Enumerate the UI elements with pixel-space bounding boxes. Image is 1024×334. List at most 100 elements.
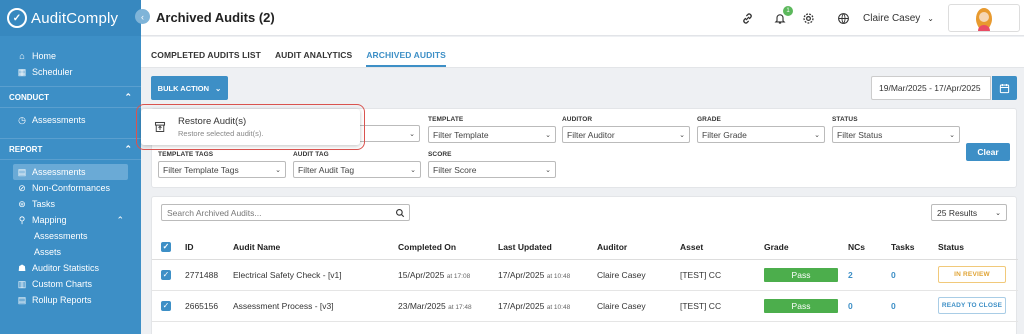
- cell-audit-name[interactable]: Electrical Safety Check - [v1]: [233, 259, 398, 291]
- search-input[interactable]: Search Archived Audits...: [161, 204, 410, 221]
- bulk-action-button[interactable]: BULK ACTION ⌄: [151, 76, 228, 100]
- brand-name: AuditComply: [31, 9, 119, 27]
- cell-auditor: Claire Casey: [597, 290, 680, 322]
- col-grade[interactable]: Grade: [764, 235, 848, 260]
- time-text: at 10:48: [546, 303, 571, 311]
- cell-asset: [TEST] CC: [680, 259, 764, 291]
- tab-bar: COMPLETED AUDITS LIST AUDIT ANALYTICS AR…: [141, 37, 1024, 68]
- topbar: Archived Audits (2) 1 Claire Casey ⌄: [141, 0, 1024, 36]
- date-picker-button[interactable]: [992, 76, 1017, 100]
- cell-completed-on: 15/Apr/2025 at 17:08: [398, 259, 498, 291]
- ncs-link[interactable]: 2: [848, 270, 853, 280]
- time-text: at 17:48: [448, 303, 472, 311]
- filter-label: GRADE: [697, 116, 721, 123]
- bulk-action-menu-item-restore[interactable]: Restore Audit(s) Restore selected audit(…: [141, 109, 360, 145]
- home-icon: ⌂: [19, 51, 25, 61]
- chevron-up-icon: ⌃: [124, 91, 132, 102]
- filter-template: TEMPLATE Filter Template ⌄: [428, 116, 556, 143]
- sidebar-item-label: Assessments: [34, 231, 88, 241]
- filter-grade-select[interactable]: Filter Grade ⌄: [697, 126, 825, 143]
- rollup-icon: ▤: [17, 294, 27, 305]
- filter-template-select[interactable]: Filter Template ⌄: [428, 126, 556, 143]
- filter-template-tags-select[interactable]: Filter Template Tags ⌄: [158, 161, 286, 178]
- row-checkbox[interactable]: ✓: [161, 269, 171, 280]
- sidebar-item-home[interactable]: ⌂ Home: [0, 48, 141, 64]
- sidebar-item-label: Assessments: [32, 167, 86, 177]
- filter-auditor-select[interactable]: Filter Auditor ⌄: [562, 126, 690, 143]
- tab-completed-audits-list[interactable]: COMPLETED AUDITS LIST: [151, 50, 261, 67]
- globe-icon[interactable]: [835, 10, 851, 26]
- tab-audit-analytics[interactable]: AUDIT ANALYTICS: [275, 50, 352, 67]
- sidebar-item-tasks[interactable]: ⊛ Tasks: [0, 196, 141, 212]
- col-ncs[interactable]: NCs: [848, 235, 891, 260]
- sidebar-item-auditor-statistics[interactable]: ☗ Auditor Statistics: [0, 260, 141, 276]
- chevron-down-icon: ⌄: [949, 131, 955, 139]
- sidebar-item-custom-charts[interactable]: ▥ Custom Charts: [0, 276, 141, 292]
- col-auditor[interactable]: Auditor: [597, 235, 680, 260]
- filter-audit-tag-select[interactable]: Filter Audit Tag ⌄: [293, 161, 421, 178]
- col-last-updated[interactable]: Last Updated: [498, 235, 597, 260]
- chevron-up-icon: ⌃: [116, 214, 124, 225]
- filter-auditor: AUDITOR Filter Auditor ⌄: [562, 116, 690, 143]
- sidebar-item-non-conformances[interactable]: ⊘ Non-Conformances: [0, 180, 141, 196]
- clear-filters-button[interactable]: Clear: [966, 143, 1010, 161]
- col-tasks[interactable]: Tasks: [891, 235, 938, 260]
- filter-score-select[interactable]: Filter Score ⌄: [428, 161, 556, 178]
- grade-badge: Pass: [764, 298, 838, 313]
- nc-icon: ⊘: [18, 182, 26, 193]
- sidebar-item-mapping-assets[interactable]: Assets: [0, 244, 141, 260]
- chevron-down-icon: ⌄: [814, 131, 820, 139]
- sidebar-item-label: Custom Charts: [32, 279, 93, 289]
- tab-archived-audits[interactable]: ARCHIVED AUDITS: [366, 50, 446, 67]
- date-range-input[interactable]: 19/Mar/2025 - 17/Apr/2025: [871, 76, 991, 100]
- select-all-checkbox[interactable]: ✓: [161, 241, 171, 252]
- audits-table: ✓ ID Audit Name Completed On Last Update…: [152, 235, 1018, 322]
- col-audit-name[interactable]: Audit Name: [233, 235, 398, 260]
- bell-icon[interactable]: 1: [772, 6, 794, 26]
- tasks-link[interactable]: 0: [891, 301, 896, 311]
- sidebar-item-rollup-reports[interactable]: ▤ Rollup Reports: [0, 292, 141, 308]
- avatar[interactable]: [948, 4, 1020, 32]
- row-checkbox[interactable]: ✓: [161, 300, 171, 311]
- cell-grade: Pass: [764, 259, 848, 291]
- ncs-link[interactable]: 0: [848, 301, 853, 311]
- sidebar-item-mapping[interactable]: ⚲ Mapping ⌃: [0, 212, 141, 228]
- section-report[interactable]: REPORT ⌃: [0, 138, 141, 160]
- page-size-select[interactable]: 25 Results ⌄: [931, 204, 1007, 221]
- col-completed-on[interactable]: Completed On: [398, 235, 498, 260]
- link-icon[interactable]: [739, 10, 755, 26]
- filter-status-select[interactable]: Filter Status ⌄: [832, 126, 960, 143]
- tasks-link[interactable]: 0: [891, 270, 896, 280]
- cell-grade: Pass: [764, 290, 848, 322]
- table-row[interactable]: ✓ 2665156 Assessment Process - [v3] 23/M…: [152, 290, 1018, 322]
- brand[interactable]: ✓ AuditComply: [0, 0, 141, 36]
- date-text: 23/Mar/2025: [398, 300, 446, 311]
- sidebar-item-report-assessments[interactable]: ▤ Assessments: [13, 164, 128, 180]
- col-id[interactable]: ID: [185, 235, 233, 260]
- user-menu[interactable]: Claire Casey ⌄: [863, 13, 934, 24]
- section-conduct[interactable]: CONDUCT ⌃: [0, 86, 141, 108]
- sidebar-item-conduct-assessments[interactable]: ◷ Assessments: [0, 112, 141, 128]
- sidebar-item-label: Tasks: [32, 199, 56, 209]
- menu-item-subtitle: Restore selected audit(s).: [178, 129, 264, 138]
- cell-auditor: Claire Casey: [597, 259, 680, 291]
- filter-grade: GRADE Filter Grade ⌄: [697, 116, 825, 143]
- filter-score: SCORE Filter Score ⌄: [428, 151, 556, 178]
- row-select-cell: ✓: [152, 259, 185, 291]
- sidebar-collapse-button[interactable]: ‹: [135, 9, 150, 24]
- gear-icon[interactable]: [800, 10, 816, 26]
- table-row[interactable]: ✓ 2771488 Electrical Safety Check - [v1]…: [152, 259, 1018, 291]
- pin-icon: ⚲: [18, 214, 26, 225]
- col-asset[interactable]: Asset: [680, 235, 764, 260]
- time-text: at 10:48: [546, 272, 571, 280]
- cell-audit-name[interactable]: Assessment Process - [v3]: [233, 290, 398, 322]
- sidebar-item-mapping-assessments[interactable]: Assessments: [0, 228, 141, 244]
- filter-label: SCORE: [428, 151, 452, 158]
- col-status[interactable]: Status: [938, 235, 1018, 260]
- sidebar-item-label: Auditor Statistics: [32, 263, 100, 273]
- filter-label: AUDITOR: [562, 116, 593, 123]
- avatar-image-icon: [976, 8, 992, 31]
- sidebar-item-scheduler[interactable]: ▦ Scheduler: [0, 64, 141, 80]
- filter-status: STATUS Filter Status ⌄: [832, 116, 960, 143]
- row-select-cell: ✓: [152, 290, 185, 322]
